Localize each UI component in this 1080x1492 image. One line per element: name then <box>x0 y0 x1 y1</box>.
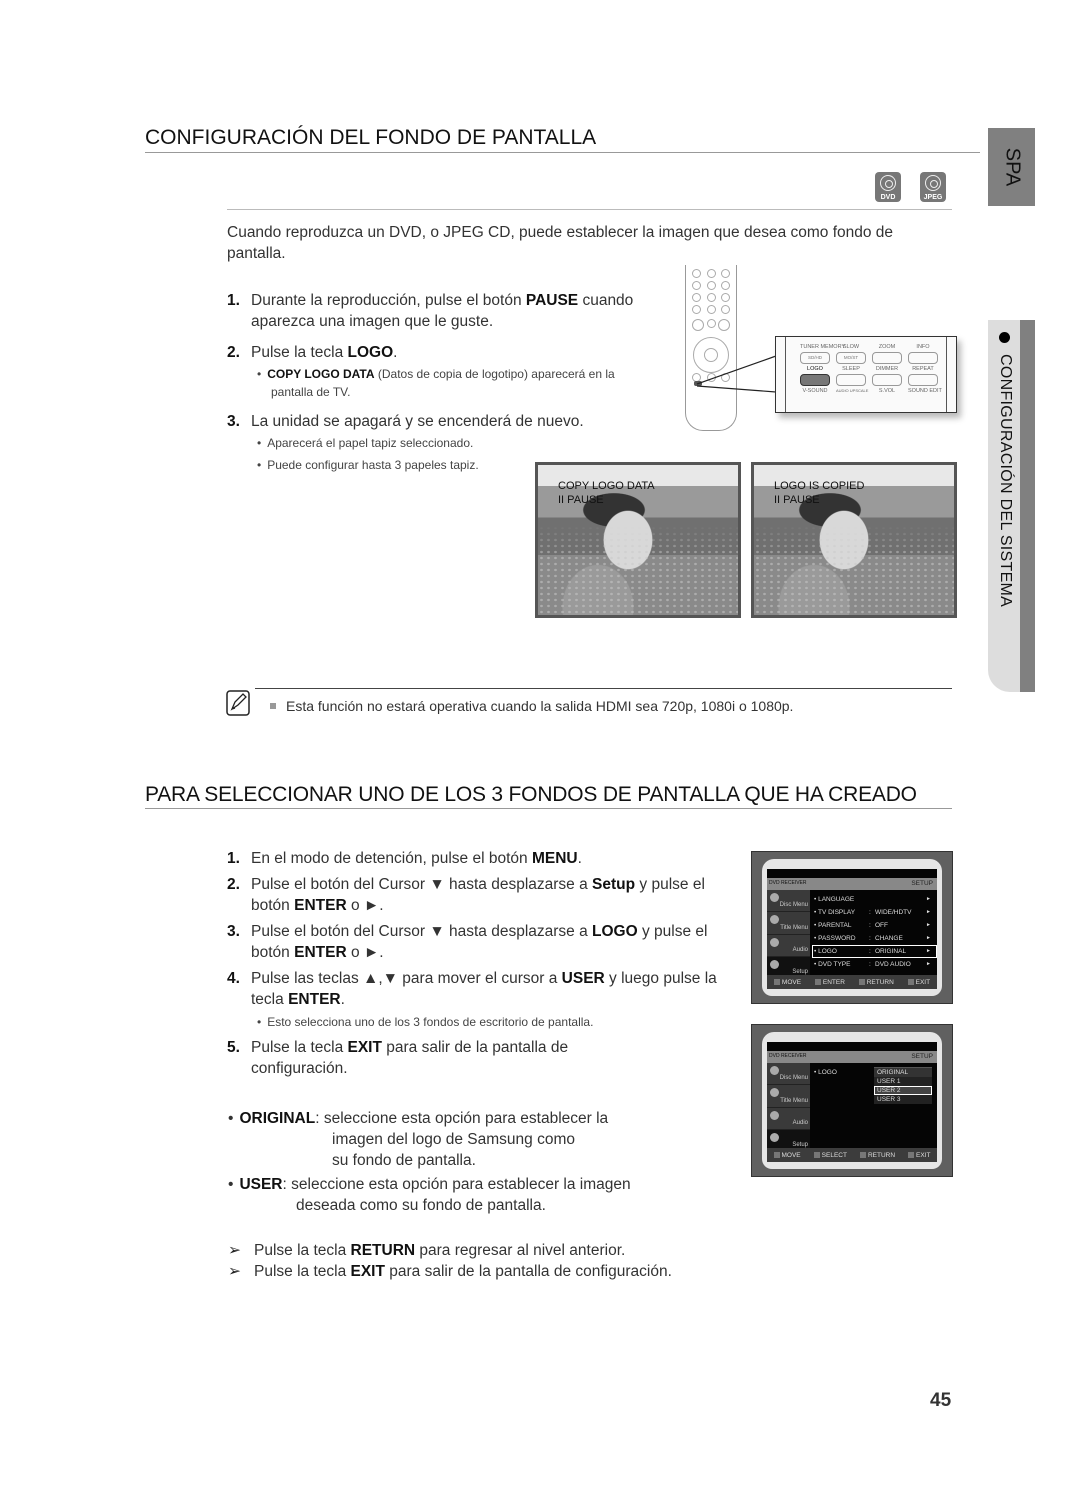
chapter-bullet-icon <box>999 332 1010 343</box>
osd-option-original: ORIGINAL <box>874 1067 932 1077</box>
navigation-pad <box>693 337 729 373</box>
osd-setup-menu-screen: DVD RECEIVER SETUP Disc Menu Title Menu A… <box>751 851 953 1004</box>
step-2: 2. Pulse la tecla LOGO. <box>227 344 398 361</box>
osd-option-user-3: USER 3 <box>874 1095 932 1104</box>
intro-paragraph: Cuando reproduzca un DVD, o JPEG CD, pue… <box>227 224 894 262</box>
osd-row-dvd-type: • DVD TYPE: DVD AUDIO ► <box>814 961 931 968</box>
osd-row-password: • PASSWORD: CHANGE ► <box>814 935 931 942</box>
step-3-bullet-1: Aparecerá el papel tapiz seleccionado. <box>257 434 473 452</box>
s2-step-4: 4. Pulse las teclas ▲,▼ para mover el cur… <box>227 970 717 1008</box>
arrow-icon: ➢ <box>228 1242 241 1259</box>
s2-step-1: 1. En el modo de detención, pulse el botó… <box>227 850 582 867</box>
osd-option-user-1: USER 1 <box>874 1077 932 1086</box>
section-title-select-wallpaper: PARA SELECCIONAR UNO DE LOS 3 FONDOS DE … <box>145 783 917 806</box>
osd-row-logo-selected: • LOGO: ORIGINAL ► <box>812 945 937 958</box>
osd-option-user-2-selected: USER 2 <box>874 1086 932 1095</box>
language-tab: SPA <box>988 128 1035 206</box>
osd-row-tv-display: • TV DISPLAY: WIDE/HDTV ► <box>814 909 931 916</box>
tip-return: ➢ Pulse la tecla RETURN para regresar al … <box>228 1242 626 1259</box>
logo-button-highlight <box>800 374 830 386</box>
s2-step-5: 5. Pulse la tecla EXIT para salir de la p… <box>227 1039 569 1077</box>
remote-control-illustration <box>685 265 737 431</box>
option-user: USER: seleccione esta opción para establ… <box>228 1174 728 1216</box>
tip-exit: ➢ Pulse la tecla EXIT para salir de la pa… <box>228 1263 672 1280</box>
step-3: 3. La unidad se apagará y se encenderá de… <box>227 413 584 430</box>
step-2-bullet: COPY LOGO DATA (Datos de copia de logoti… <box>257 365 677 401</box>
osd-logo-options-screen: DVD RECEIVER SETUP Disc Menu Title Menu A… <box>751 1024 953 1177</box>
osd-row-language: • LANGUAGE ► <box>814 896 931 903</box>
chapter-tab: CONFIGURACIÓN DEL SISTEMA <box>988 320 1035 692</box>
s2-step-4-bullet: Esto selecciona uno de los 3 fondos de e… <box>257 1013 593 1031</box>
osd-row-parental: • PARENTAL: OFF ► <box>814 922 931 929</box>
title-rule <box>145 152 980 153</box>
page-number: 45 <box>930 1390 952 1411</box>
step-3-bullet-2: Puede configurar hasta 3 papeles tapiz. <box>257 456 479 474</box>
section2-rule <box>145 808 952 809</box>
jpeg-disc-icon: JPEG <box>920 172 946 202</box>
note-rule <box>255 688 952 689</box>
arrow-icon: ➢ <box>228 1263 241 1280</box>
option-original: ORIGINAL: seleccione esta opción para es… <box>228 1108 728 1171</box>
note-pencil-icon <box>226 690 250 716</box>
remote-button-callout: TUNER MEMORY SLOW ZOOM INFO SD/HD MO/ST … <box>775 336 957 413</box>
s2-step-3: 3. Pulse el botón del Cursor ▼ hasta desp… <box>227 923 708 961</box>
note-text: Esta función no estará operativa cuando … <box>270 698 793 714</box>
tv-screen-logo-copied: LOGO IS COPIED II PAUSE <box>751 462 957 618</box>
subsection-rule <box>227 209 952 210</box>
step-1: 1. Durante la reproducción, pulse el botó… <box>227 292 634 330</box>
section-title-wallpaper-setup: CONFIGURACIÓN DEL FONDO DE PANTALLA <box>145 126 597 149</box>
dvd-disc-icon: DVD <box>875 172 901 202</box>
remote-logo-button <box>694 381 702 386</box>
s2-step-2: 2. Pulse el botón del Cursor ▼ hasta desp… <box>227 876 705 914</box>
tv-screen-copy-logo-data: COPY LOGO DATA II PAUSE <box>535 462 741 618</box>
